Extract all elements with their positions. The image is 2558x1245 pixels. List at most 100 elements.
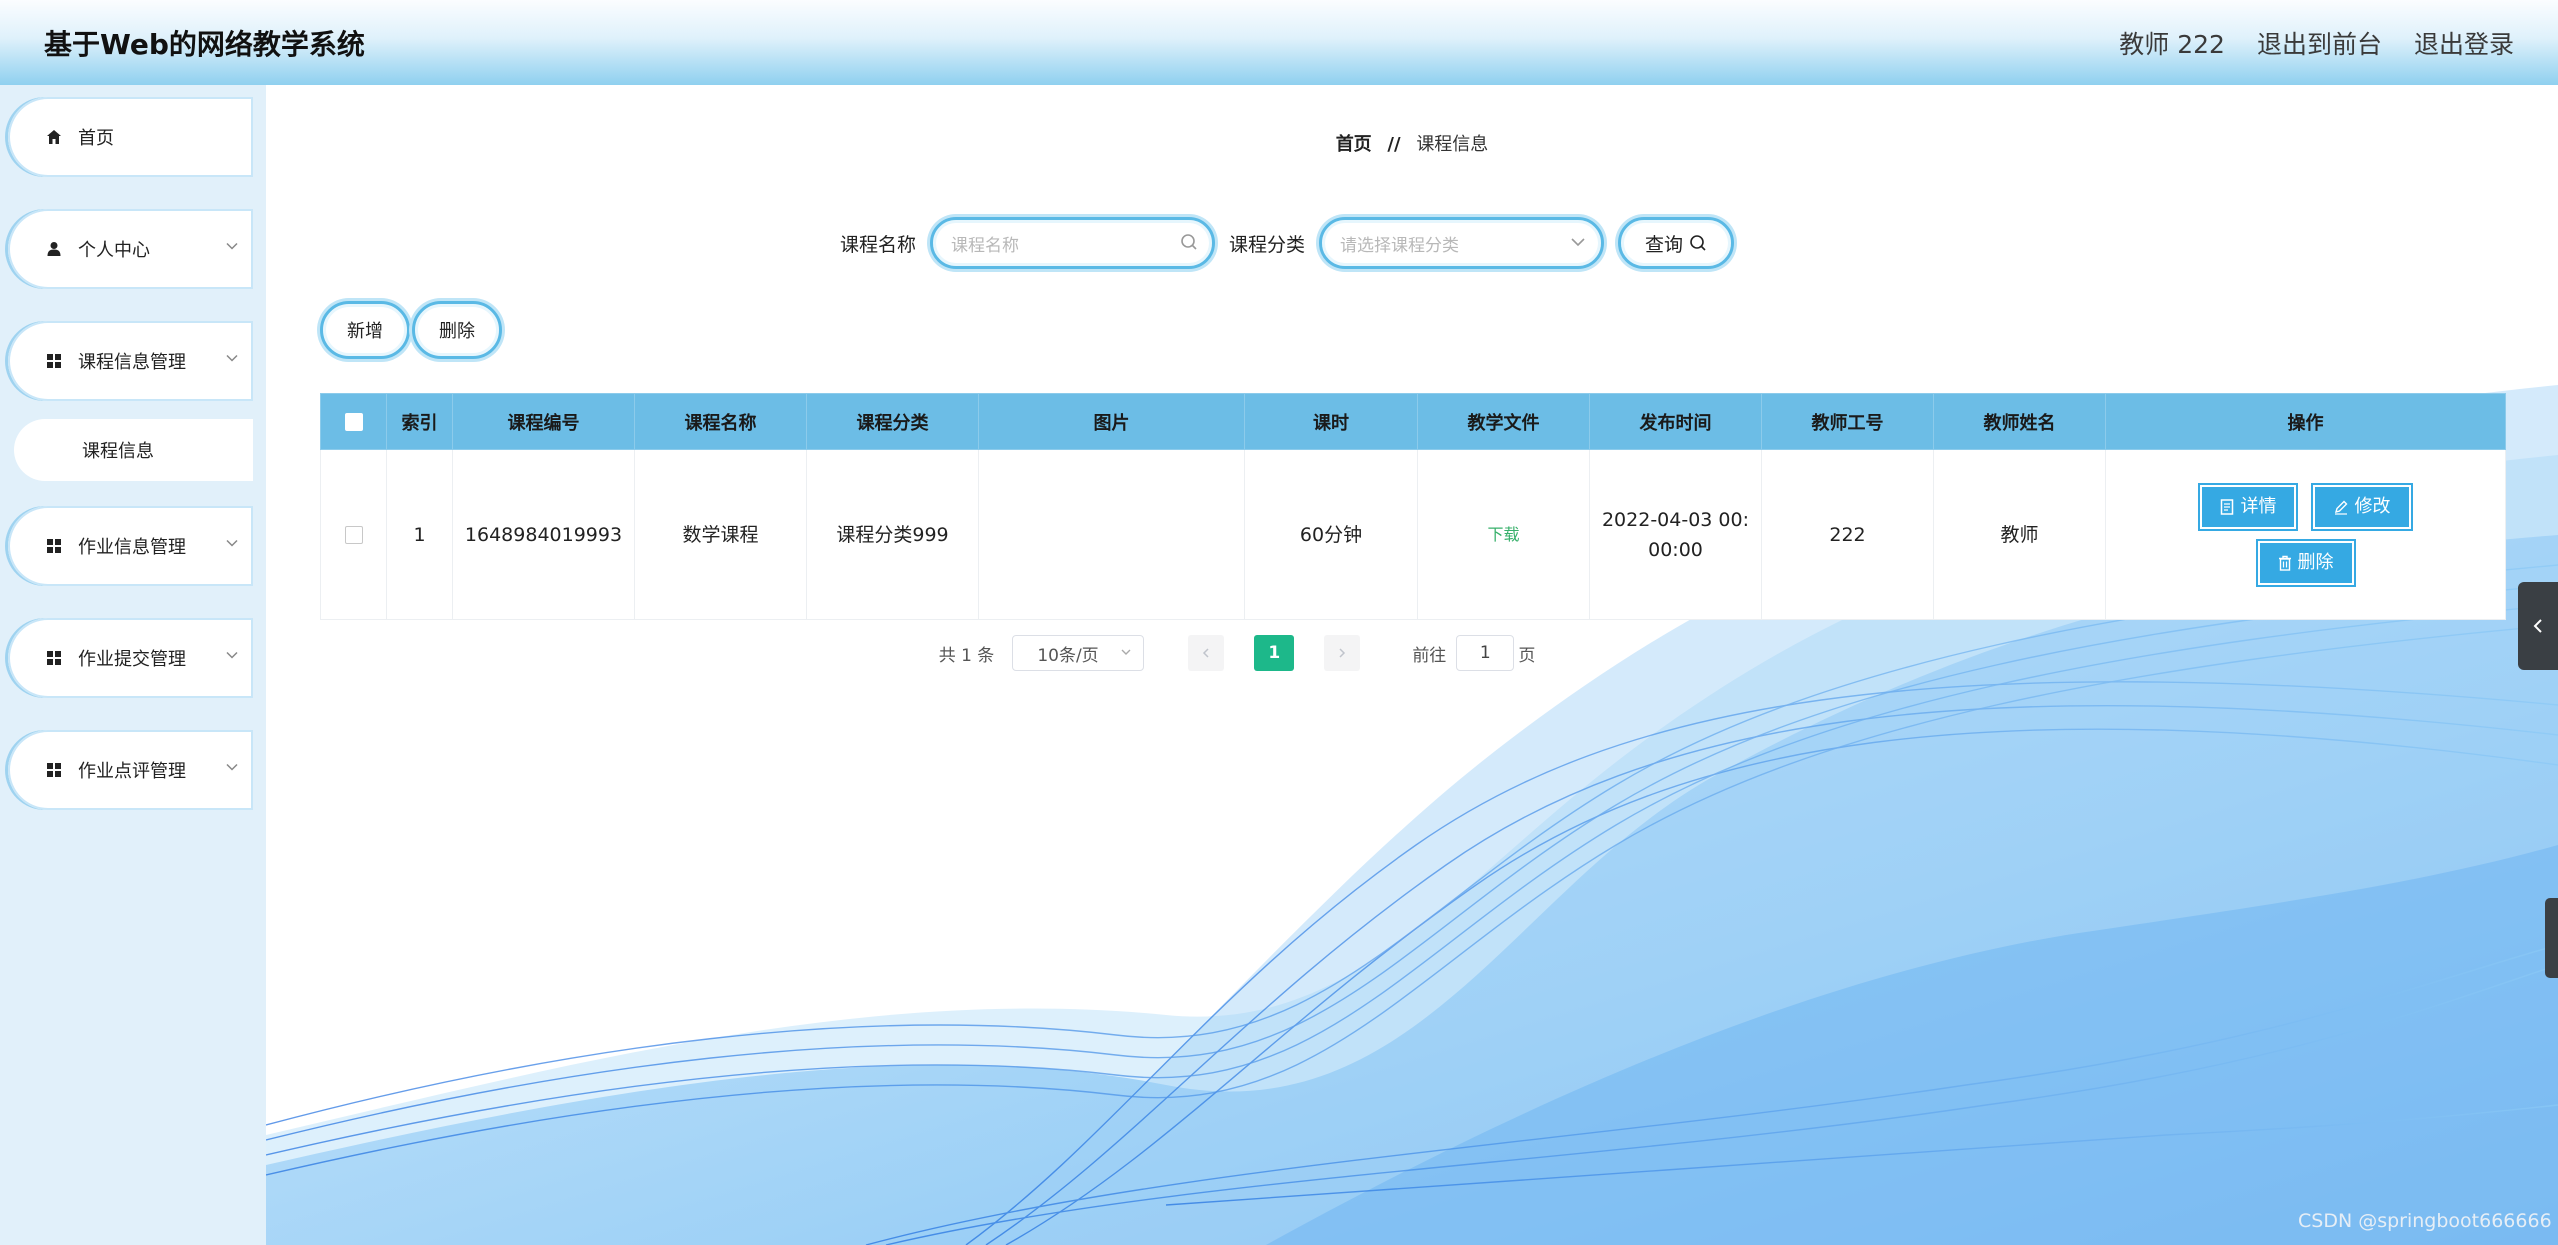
home-icon (44, 127, 64, 147)
course-category-select[interactable]: 请选择课程分类 (1319, 217, 1605, 269)
goto-label: 前往 (1412, 645, 1447, 666)
top-header: 基于Web的网络教学系统 教师 222 退出到前台 退出登录 (0, 0, 2558, 85)
sidebar-item-label: 作业信息管理 (78, 537, 186, 558)
course-category-label: 课程分类 (1229, 233, 1306, 256)
row-select-cell[interactable] (320, 449, 387, 620)
chevron-left-icon (1203, 648, 1209, 658)
sidebar-item-home[interactable]: 首页 (8, 97, 253, 177)
course-table: 索引 课程编号 课程名称 课程分类 图片 课时 教学文件 发布时间 教师工号 教… (320, 393, 2506, 620)
select-all-cell[interactable] (320, 393, 387, 450)
search-icon (1181, 234, 1197, 250)
header-nav: 教师 222 退出到前台 退出登录 (2119, 25, 2514, 61)
delete-button-label: 删除 (2297, 551, 2334, 573)
cell-image (978, 449, 1245, 620)
cell-hours: 60分钟 (1244, 449, 1418, 620)
app-title: 基于Web的网络教学系统 (44, 27, 365, 61)
detail-button-label: 详情 (2240, 495, 2277, 517)
grid-icon (44, 351, 64, 371)
chevron-down-icon (1571, 238, 1585, 247)
page-size-select[interactable]: 10条/页 (1012, 635, 1145, 671)
chevron-left-icon (2533, 619, 2542, 633)
back-to-front-link[interactable]: 退出到前台 (2257, 25, 2382, 61)
cell-course-code: 1648984019993 (452, 449, 635, 620)
cell-operations: 详情 修改 删除 (2105, 449, 2506, 620)
collapse-panel-button[interactable] (2518, 582, 2558, 670)
breadcrumb-separator: // (1387, 134, 1401, 155)
sidebar-item-submission-management[interactable]: 作业提交管理 (8, 618, 253, 698)
chevron-right-icon (1339, 648, 1346, 658)
cell-index: 1 (386, 449, 453, 620)
sidebar-item-label: 课程信息管理 (78, 352, 186, 373)
logout-link[interactable]: 退出登录 (2414, 25, 2514, 61)
edit-icon (2334, 500, 2348, 515)
row-checkbox[interactable] (344, 526, 363, 544)
sidebar-item-homework-management[interactable]: 作业信息管理 (8, 506, 253, 586)
prev-page-button[interactable] (1188, 635, 1225, 671)
column-header: 课程编号 (452, 393, 635, 450)
publish-time-line: 2022-04-03 00: (1601, 508, 1750, 531)
cell-course-name: 数学课程 (634, 449, 807, 620)
grid-icon (44, 648, 64, 668)
side-tab[interactable] (2545, 898, 2558, 978)
column-header: 索引 (386, 393, 453, 450)
main-content: 首页 // 课程信息 课程名称 课程名称 课程分类 请选择课程分类 查询 新增 … (266, 85, 2558, 1245)
next-page-button[interactable] (1324, 635, 1361, 671)
column-header: 教师姓名 (1933, 393, 2106, 450)
pagination: 共 1 条 10条/页 1 前往 1 页 (266, 635, 2558, 671)
column-header: 教师工号 (1761, 393, 1934, 450)
chevron-down-icon (1121, 649, 1131, 655)
sidebar-item-label: 首页 (78, 128, 114, 149)
course-category-placeholder: 请选择课程分类 (1340, 235, 1460, 256)
cell-file: 下载 (1417, 449, 1590, 620)
grid-icon (44, 760, 64, 780)
breadcrumb: 首页 // 课程信息 (266, 130, 2558, 156)
action-toolbar: 新增 删除 (320, 301, 502, 359)
sidebar-item-course-management[interactable]: 课程信息管理 (8, 321, 253, 401)
delete-button[interactable]: 删除 (2255, 538, 2356, 587)
table-header-row: 索引 课程编号 课程名称 课程分类 图片 课时 教学文件 发布时间 教师工号 教… (320, 393, 2506, 450)
cell-publish-time: 2022-04-03 00: 00:00 (1589, 449, 1762, 620)
trash-icon (2278, 555, 2291, 571)
page-size-value: 10条/页 (1037, 645, 1099, 666)
sidebar-item-review-management[interactable]: 作业点评管理 (8, 730, 253, 810)
sidebar-item-label: 作业点评管理 (78, 761, 186, 782)
breadcrumb-current: 课程信息 (1416, 134, 1489, 155)
cell-teacher-id: 222 (1761, 449, 1934, 620)
select-all-checkbox[interactable] (344, 413, 363, 431)
detail-button[interactable]: 详情 (2198, 482, 2299, 531)
course-name-input[interactable]: 课程名称 (930, 217, 1215, 269)
chevron-down-icon (226, 763, 238, 771)
sidebar-item-personal-center[interactable]: 个人中心 (8, 209, 253, 289)
sidebar-item-label: 课程信息 (82, 441, 154, 462)
chevron-down-icon (226, 242, 238, 250)
cell-teacher-name: 教师 (1933, 449, 2106, 620)
column-header: 图片 (978, 393, 1245, 450)
document-icon (2221, 498, 2234, 515)
column-header: 课时 (1244, 393, 1418, 450)
search-bar: 课程名称 课程名称 课程分类 请选择课程分类 查询 (266, 217, 2558, 269)
query-button[interactable]: 查询 (1618, 217, 1735, 269)
breadcrumb-home[interactable]: 首页 (1336, 134, 1372, 155)
publish-time-line: 00:00 (1648, 538, 1703, 561)
chevron-down-icon (226, 354, 238, 362)
chevron-down-icon (226, 539, 238, 547)
watermark: CSDN @springboot666666 (2298, 1210, 2552, 1232)
column-header: 课程分类 (806, 393, 979, 450)
batch-delete-button[interactable]: 删除 (412, 301, 502, 359)
sidebar: 首页 个人中心 课程信息管理 课程信息 作业信息管理 作业提交管理 作业点评管理 (0, 85, 266, 1245)
table-row: 1 1648984019993 数学课程 课程分类999 60分钟 下载 202… (320, 449, 2506, 620)
edit-button[interactable]: 修改 (2310, 482, 2413, 531)
current-user: 教师 222 (2119, 29, 2225, 59)
page-number-current[interactable]: 1 (1254, 635, 1295, 671)
user-icon (44, 239, 64, 259)
query-button-label: 查询 (1645, 233, 1684, 256)
add-button[interactable]: 新增 (320, 301, 410, 359)
page-unit-label: 页 (1518, 645, 1536, 666)
course-name-placeholder: 课程名称 (951, 235, 1019, 256)
goto-page-input[interactable]: 1 (1456, 635, 1515, 671)
download-link[interactable]: 下载 (1487, 525, 1519, 544)
total-count: 共 1 条 (938, 645, 995, 666)
sidebar-subitem-course-info[interactable]: 课程信息 (14, 419, 253, 481)
edit-button-label: 修改 (2354, 495, 2391, 517)
column-header: 操作 (2105, 393, 2506, 450)
